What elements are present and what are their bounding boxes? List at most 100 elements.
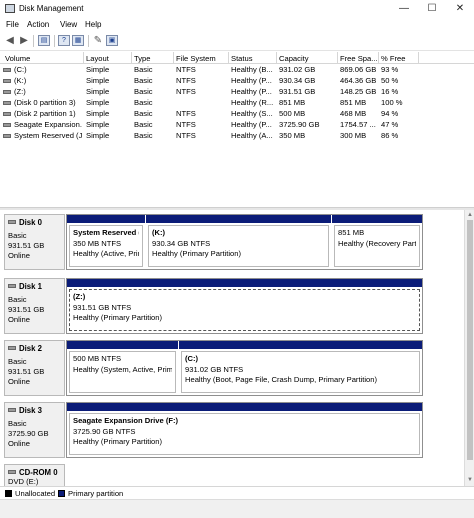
menu-file[interactable]: File — [6, 20, 19, 29]
volume-type: Basic — [134, 65, 153, 74]
column-type[interactable]: Type — [134, 54, 150, 63]
volume-type: Basic — [134, 120, 153, 129]
toolbar: ◀ ▶ ▤ ? ▦ ✎ ▣ — [0, 31, 474, 51]
back-arrow-icon[interactable]: ◀ — [4, 35, 16, 46]
column-status[interactable]: Status — [231, 54, 253, 63]
volume-layout: Simple — [86, 120, 110, 129]
volume-name: (K:) — [14, 76, 27, 85]
partition-system-reserved[interactable]: System Reserved ( 350 MB NTFS Healthy (A… — [67, 215, 145, 269]
disk-settings-icon[interactable]: ▣ — [106, 35, 118, 46]
volume-free-space: 468 MB — [340, 109, 367, 118]
column-percent-free[interactable]: % Free — [381, 54, 405, 63]
column-capacity[interactable]: Capacity — [279, 54, 309, 63]
volume-row[interactable]: (Disk 0 partition 3) Simple Basic Health… — [0, 97, 474, 108]
connect-disk-icon[interactable]: ✎ — [92, 35, 104, 46]
volume-type: Basic — [134, 87, 153, 96]
partition-size: 500 MB NTFS — [73, 354, 122, 363]
volume-percent-free: 93 % — [381, 65, 399, 74]
column-resize-handle[interactable] — [418, 52, 419, 64]
menu-action[interactable]: Action — [27, 20, 49, 29]
disk-2-info[interactable]: Disk 2 Basic 931.51 GB Online — [4, 340, 65, 396]
volume-layout: Simple — [86, 131, 110, 140]
disk-0-partitions: System Reserved ( 350 MB NTFS Healthy (A… — [66, 214, 423, 270]
partition-z[interactable]: (Z:) 931.51 GB NTFS Healthy (Primary Par… — [67, 279, 422, 333]
disk-layout-pane: Disk 0 Basic 931.51 GB Online System Res… — [0, 210, 464, 486]
forward-arrow-icon[interactable]: ▶ — [18, 35, 30, 46]
disk-1-partitions: (Z:) 931.51 GB NTFS Healthy (Primary Par… — [66, 278, 423, 334]
volume-row[interactable]: Seagate Expansion... Simple Basic NTFS H… — [0, 119, 474, 130]
column-resize-handle[interactable] — [228, 52, 229, 64]
partition-status: Healthy (Primary Partition) — [73, 313, 163, 322]
volume-percent-free: 50 % — [381, 76, 399, 85]
volume-capacity: 931.51 GB — [279, 87, 316, 96]
volume-status: Healthy (P... — [231, 120, 272, 129]
volume-row[interactable]: (C:) Simple Basic NTFS Healthy (B... 931… — [0, 64, 474, 75]
disk-name: Disk 2 — [19, 344, 42, 353]
disk-0-info[interactable]: Disk 0 Basic 931.51 GB Online — [4, 214, 65, 270]
volume-list-header: Volume Layout Type File System Status Ca… — [0, 52, 474, 64]
primary-partition-bar — [67, 215, 145, 223]
column-resize-handle[interactable] — [276, 52, 277, 64]
maximize-button[interactable]: ☐ — [418, 0, 446, 17]
volume-capacity: 851 MB — [279, 98, 306, 107]
column-free-space[interactable]: Free Spa... — [340, 54, 378, 63]
partition-k[interactable]: (K:) 930.34 GB NTFS Healthy (Primary Par… — [146, 215, 331, 269]
column-resize-handle[interactable] — [337, 52, 338, 64]
partition-status: Healthy (Active, Prim — [73, 249, 139, 258]
volume-file-system: NTFS — [176, 87, 196, 96]
volume-free-space: 464.36 GB — [340, 76, 377, 85]
column-file-system[interactable]: File System — [176, 54, 216, 63]
partition-size: 3725.90 GB NTFS — [73, 426, 136, 436]
disk-pane-scrollbar[interactable]: ▲ ▼ — [464, 210, 474, 486]
partition-recovery[interactable]: 851 MB Healthy (Recovery Partitio — [332, 215, 422, 269]
column-resize-handle[interactable] — [173, 52, 174, 64]
toolbar-separator — [33, 35, 34, 47]
volume-capacity: 500 MB — [279, 109, 306, 118]
disk-size: 931.51 GB — [8, 305, 45, 314]
cdrom-0-info[interactable]: CD-ROM 0 DVD (E:) — [4, 464, 65, 486]
column-resize-handle[interactable] — [83, 52, 84, 64]
volume-type: Basic — [134, 109, 153, 118]
legend: Unallocated Primary partition — [0, 486, 474, 499]
partition-title: Seagate Expansion Drive (F:) — [73, 416, 179, 425]
column-resize-handle[interactable] — [131, 52, 132, 64]
status-bar — [0, 499, 474, 518]
partition-system[interactable]: 500 MB NTFS Healthy (System, Active, Pri… — [67, 341, 178, 395]
volume-row[interactable]: (Disk 2 partition 1) Simple Basic NTFS H… — [0, 108, 474, 119]
disk-icon — [8, 284, 16, 288]
volume-row[interactable]: (K:) Simple Basic NTFS Healthy (P... 930… — [0, 75, 474, 86]
disk-type: Basic — [8, 231, 27, 240]
console-tree-icon[interactable]: ▤ — [38, 35, 50, 46]
disk-icon — [8, 346, 16, 350]
volume-row[interactable]: System Reserved (J:) Simple Basic NTFS H… — [0, 130, 474, 141]
volume-list: Volume Layout Type File System Status Ca… — [0, 52, 474, 206]
scroll-down-icon[interactable]: ▼ — [466, 476, 474, 484]
column-volume[interactable]: Volume — [5, 54, 30, 63]
close-button[interactable]: ✕ — [446, 0, 474, 17]
properties-icon[interactable]: ▦ — [72, 35, 84, 46]
column-resize-handle[interactable] — [378, 52, 379, 64]
minimize-button[interactable]: — — [390, 0, 418, 17]
drive-icon — [3, 68, 11, 72]
disk-type: Basic — [8, 419, 27, 428]
partition-c[interactable]: (C:) 931.02 GB NTFS Healthy (Boot, Page … — [179, 341, 422, 395]
partition-seagate[interactable]: Seagate Expansion Drive (F:) 3725.90 GB … — [67, 403, 422, 457]
disk-3-info[interactable]: Disk 3 Basic 3725.90 GB Online — [4, 402, 65, 458]
disk-3-partitions: Seagate Expansion Drive (F:) 3725.90 GB … — [66, 402, 423, 458]
scroll-thumb[interactable] — [467, 220, 473, 460]
volume-row[interactable]: (Z:) Simple Basic NTFS Healthy (P... 931… — [0, 86, 474, 97]
menu-help[interactable]: Help — [85, 20, 101, 29]
drive-icon — [3, 101, 11, 105]
unallocated-swatch — [5, 490, 12, 497]
volume-percent-free: 100 % — [381, 98, 403, 107]
volume-capacity: 931.02 GB — [279, 65, 316, 74]
help-icon[interactable]: ? — [58, 35, 70, 46]
volume-status: Healthy (R... — [231, 98, 274, 107]
column-layout[interactable]: Layout — [86, 54, 109, 63]
scroll-up-icon[interactable]: ▲ — [466, 211, 474, 219]
menu-view[interactable]: View — [60, 20, 77, 29]
disk-status: Online — [8, 251, 30, 260]
disk-size: 3725.90 GB — [8, 429, 49, 438]
disk-name: Disk 1 — [19, 282, 42, 291]
disk-1-info[interactable]: Disk 1 Basic 931.51 GB Online — [4, 278, 65, 334]
